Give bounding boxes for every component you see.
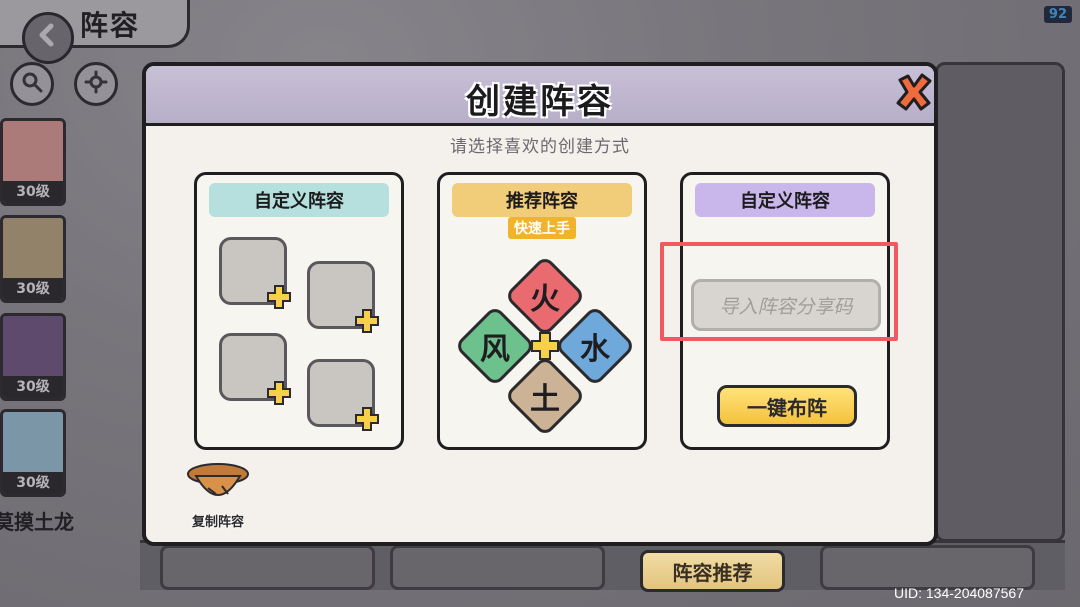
recommend-team-card[interactable]: 推荐阵容 快速上手 火 风 水 土 (437, 172, 647, 450)
plus-icon (355, 309, 379, 333)
empty-hero-slot[interactable] (219, 333, 291, 405)
hat-icon (187, 463, 249, 496)
empty-hero-slot[interactable] (307, 359, 379, 431)
close-button[interactable] (892, 72, 934, 116)
card-banner: 自定义阵容 (695, 183, 875, 217)
empty-hero-slot[interactable] (219, 237, 291, 309)
plus-icon (267, 381, 291, 405)
plus-icon (267, 285, 291, 309)
modal-title: 创建阵容 (466, 82, 614, 122)
earth-element-label: 土 (530, 382, 560, 417)
uid-label: UID: 134-204087567 (894, 585, 1024, 601)
card-banner: 自定义阵容 (209, 183, 389, 217)
modal-header: 创建阵容 (146, 66, 934, 126)
custom-team-card[interactable]: 自定义阵容 (194, 172, 404, 450)
copy-team-button[interactable]: 复制阵容 (182, 460, 254, 530)
quick-start-badge: 快速上手 (508, 217, 576, 239)
modal-subtitle: 请选择喜欢的创建方式 (450, 137, 630, 157)
copy-team-label: 复制阵容 (191, 515, 244, 530)
card-banner: 推荐阵容 (452, 183, 632, 217)
empty-hero-slot[interactable] (307, 261, 379, 333)
close-icon (894, 72, 934, 116)
highlight-box (660, 242, 898, 341)
water-element-label: 水 (580, 332, 610, 367)
plus-icon (531, 332, 559, 360)
plus-icon (355, 407, 379, 431)
team-recommend-button[interactable]: 阵容推荐 (640, 550, 785, 592)
one-key-deploy-button[interactable]: 一键布阵 (717, 385, 857, 427)
